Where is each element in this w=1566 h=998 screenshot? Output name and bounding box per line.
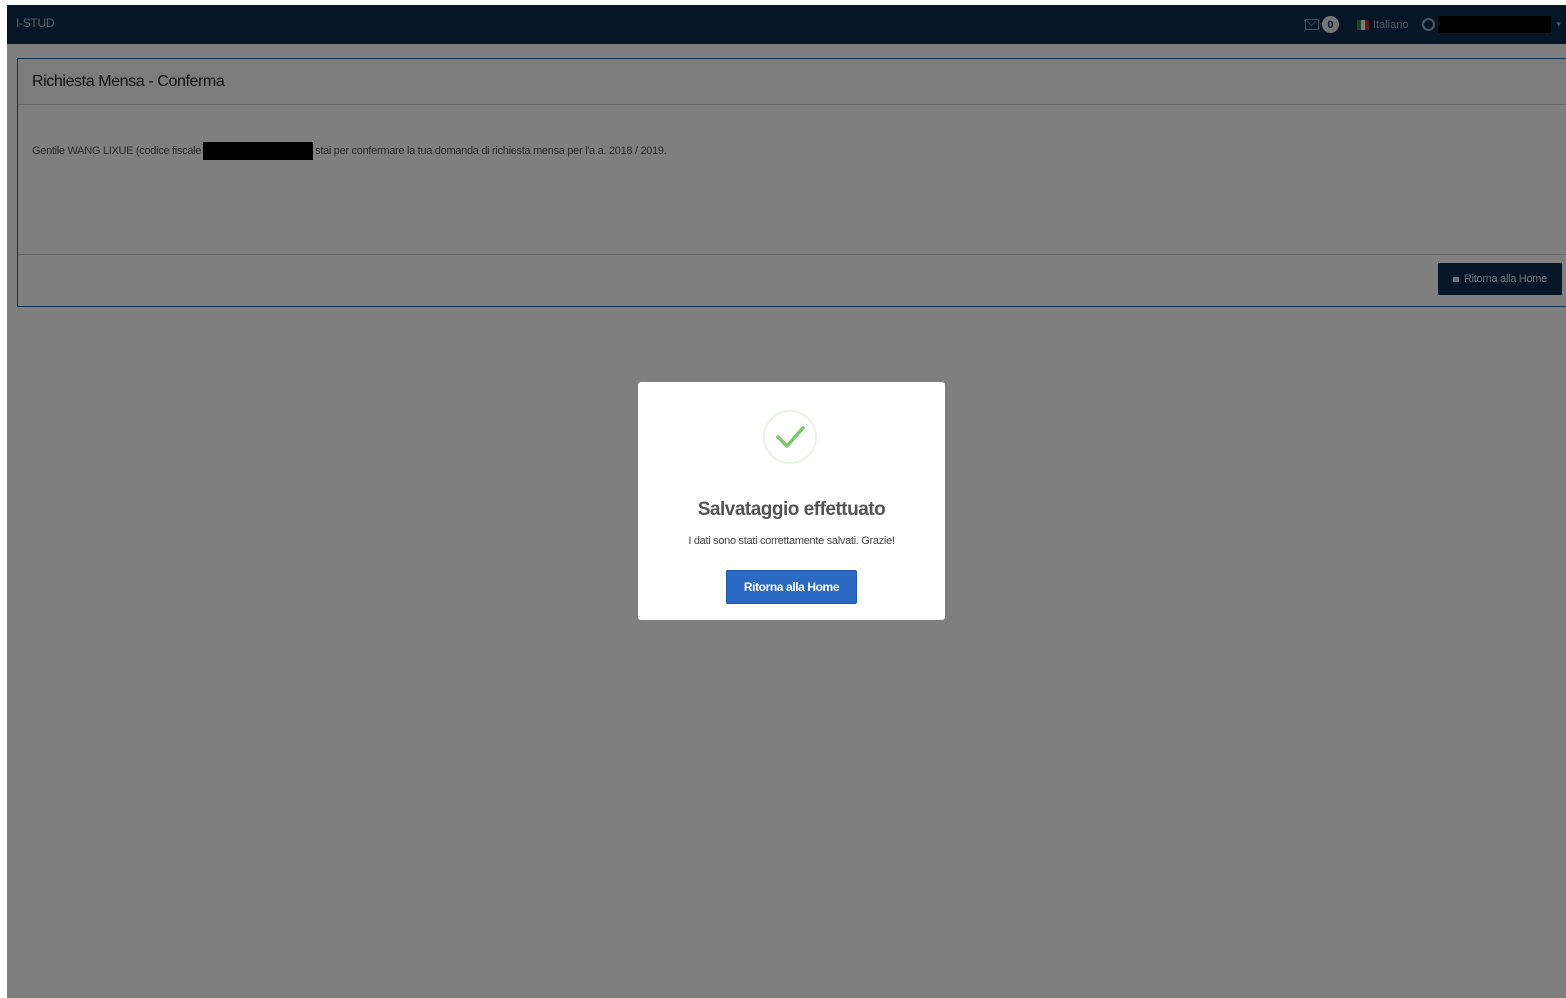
dialog-title: Salvataggio effettuato: [697, 499, 886, 520]
dialog-message: I dati sono stati correttamente salvati.…: [688, 535, 895, 547]
checkmark-icon: [776, 426, 805, 448]
success-dialog: Salvataggio effettuato I dati sono stati…: [638, 382, 945, 620]
dialog-return-home-button[interactable]: Ritorna alla Home: [726, 570, 857, 604]
app-window: I-STUD 0 Italiano ▾ Richiesta Mensa - Co…: [7, 5, 1566, 998]
success-icon-ring: [763, 410, 817, 464]
